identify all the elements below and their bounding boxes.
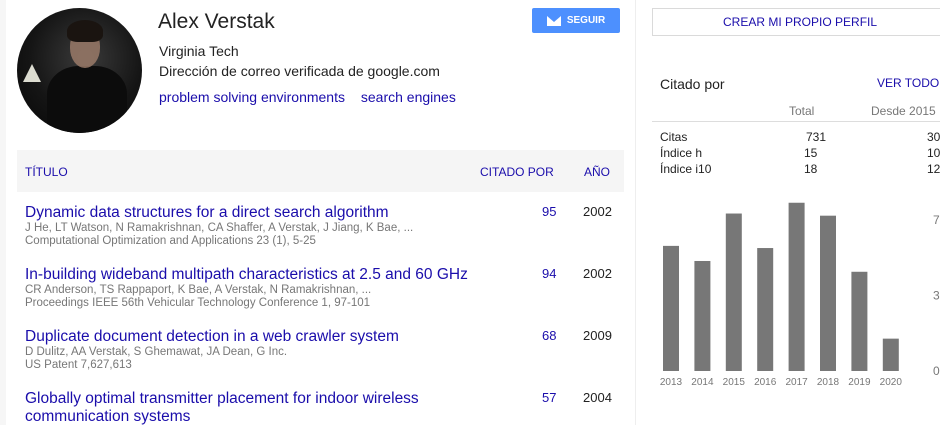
column-cited-by[interactable]: CITADO POR: [480, 165, 554, 179]
profile-name: Alex Verstak: [158, 10, 275, 33]
chart-x-tick: 2017: [785, 377, 808, 388]
metric-total: 15: [804, 146, 818, 160]
chart-y-tick: 70: [933, 213, 940, 227]
article-year: 2004: [583, 390, 612, 405]
avatar-hair: [67, 20, 103, 42]
article-title[interactable]: In-building wideband multipath character…: [25, 266, 495, 284]
metric-since: 10: [927, 146, 940, 160]
chart-x-tick: 2015: [723, 377, 746, 388]
chart-bar-2019[interactable]: [851, 271, 868, 371]
chart-y-tick: 0: [933, 364, 940, 378]
article-venue: US Patent 7,627,613: [25, 359, 132, 371]
metrics-divider: [652, 121, 940, 122]
chart-x-tick: 2016: [754, 377, 777, 388]
left-edge: [0, 0, 6, 425]
metric-label[interactable]: Índice i10: [660, 162, 711, 176]
chart-bar-2016[interactable]: [757, 248, 774, 371]
chart-bar-2018[interactable]: [820, 215, 836, 371]
chart-x-tick: 2019: [848, 377, 871, 388]
metrics-col-since: Desde 2015: [871, 104, 936, 118]
article-year: 2009: [583, 328, 612, 343]
profile-email: Dirección de correo verificada de google…: [159, 63, 440, 79]
article-title[interactable]: Globally optimal transmitter placement f…: [25, 390, 495, 425]
metric-label[interactable]: Índice h: [660, 146, 702, 160]
follow-label: SEGUIR: [566, 15, 606, 26]
cited-by-heading: Citado por: [660, 76, 725, 92]
create-profile-button[interactable]: CREAR MI PROPIO PERFIL: [652, 8, 940, 36]
avatar-body: [47, 66, 127, 133]
column-divider: [635, 0, 636, 425]
metric-total: 731: [806, 130, 827, 144]
interest-tag[interactable]: search engines: [361, 89, 456, 105]
chart-y-tick: 35: [933, 289, 940, 303]
profile-avatar: [17, 8, 142, 133]
table-row: In-building wideband multipath character…: [25, 266, 625, 310]
chart-x-tick: 2020: [880, 377, 903, 388]
article-title[interactable]: Duplicate document detection in a web cr…: [25, 328, 495, 346]
article-title[interactable]: Dynamic data structures for a direct sea…: [25, 204, 495, 222]
follow-button[interactable]: SEGUIR: [532, 8, 620, 33]
article-venue: Computational Optimization and Applicati…: [25, 235, 316, 247]
metric-since: 12: [927, 162, 940, 176]
interest-tag[interactable]: problem solving environments: [159, 89, 345, 105]
article-authors: J He, LT Watson, N Ramakrishnan, CA Shaf…: [25, 222, 414, 234]
chart-x-tick: 2018: [817, 377, 840, 388]
profile-interests: problem solving environments search engi…: [159, 89, 468, 105]
article-cites[interactable]: 57: [542, 390, 556, 405]
column-title[interactable]: TÍTULO: [25, 165, 68, 179]
chart-x-tick: 2013: [660, 377, 683, 388]
metric-since: 301: [927, 130, 940, 144]
view-all-link[interactable]: VER TODO: [877, 76, 939, 90]
envelope-icon: [546, 15, 561, 26]
article-year: 2002: [583, 266, 612, 281]
table-row: Dynamic data structures for a direct sea…: [25, 204, 625, 248]
article-cites[interactable]: 95: [542, 204, 556, 219]
chart-x-tick: 2014: [691, 377, 714, 388]
table-row: Globally optimal transmitter placement f…: [25, 390, 625, 425]
articles-table-header: TÍTULO CITADO POR AÑO: [17, 150, 624, 192]
avatar-lamp: [23, 64, 41, 82]
article-year: 2002: [583, 204, 612, 219]
column-year[interactable]: AÑO: [584, 165, 610, 179]
chart-bar-2020[interactable]: [882, 338, 899, 371]
article-venue: Proceedings IEEE 56th Vehicular Technolo…: [25, 297, 371, 309]
chart-bar-2013[interactable]: [663, 245, 679, 371]
chart-bar-2017[interactable]: [788, 202, 805, 371]
chart-bar-2014[interactable]: [694, 260, 711, 371]
article-cites[interactable]: 94: [542, 266, 556, 281]
metric-total: 18: [804, 162, 818, 176]
metrics-col-total: Total: [789, 104, 815, 118]
table-row: Duplicate document detection in a web cr…: [25, 328, 625, 372]
citations-chart: 2013 2014 2015 2016 2017 2018 2019 2020 70 35 0: [660, 202, 940, 388]
article-authors: D Dulitz, AA Verstak, S Ghemawat, JA Dea…: [25, 346, 288, 358]
article-authors: CR Anderson, TS Rappaport, K Bae, A Vers…: [25, 284, 372, 296]
chart-bar-2015[interactable]: [725, 213, 742, 371]
profile-affiliation: Virginia Tech: [159, 43, 239, 59]
article-cites[interactable]: 68: [542, 328, 556, 343]
metric-label[interactable]: Citas: [660, 130, 687, 144]
